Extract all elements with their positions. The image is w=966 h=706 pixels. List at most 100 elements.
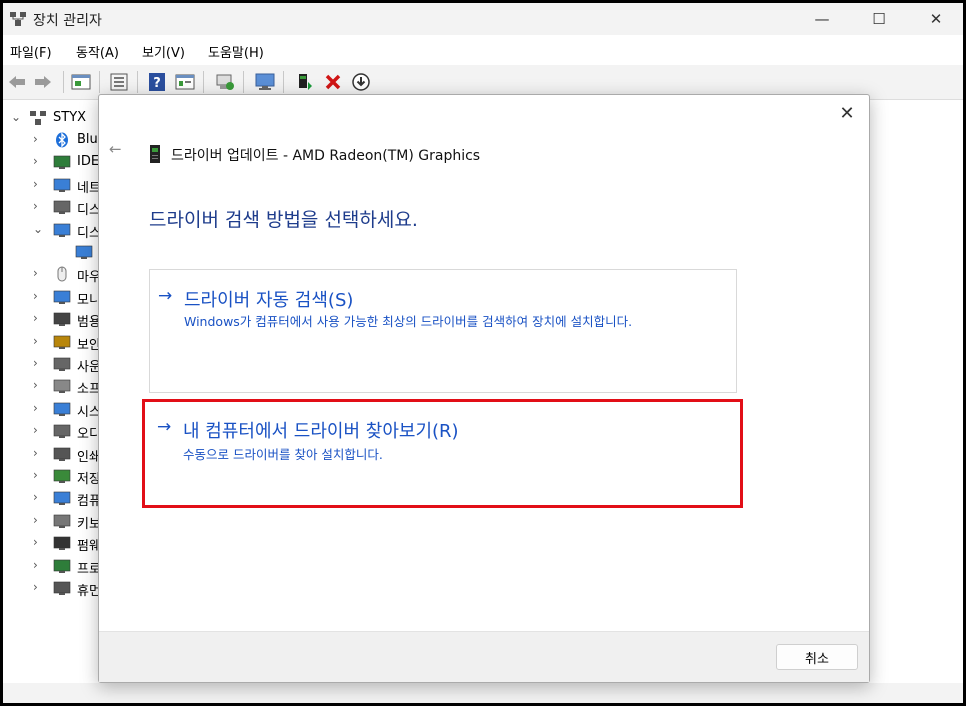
toolbar-separator — [203, 71, 204, 93]
toolbar-separator — [283, 71, 284, 93]
chevron-right-icon[interactable]: › — [33, 401, 38, 415]
tree-item[interactable]: › 저장 — [3, 465, 103, 487]
tree-item[interactable]: › 사운 — [3, 353, 103, 375]
chevron-right-icon[interactable]: › — [33, 266, 38, 280]
tree-item[interactable]: › 키보 — [3, 510, 103, 532]
monitor-icon — [53, 290, 71, 304]
tree-item[interactable]: › 보안 — [3, 331, 103, 353]
back-arrow-icon[interactable] — [5, 70, 29, 94]
printer-icon — [53, 447, 71, 461]
processor-icon — [53, 559, 71, 573]
properties-icon[interactable] — [69, 70, 93, 94]
toolbar-separator — [137, 71, 138, 93]
highlight-box — [142, 399, 743, 508]
tree-item[interactable]: › 범용 — [3, 308, 103, 330]
tree-item-label: IDE — [77, 154, 100, 170]
dialog-footer: 취소 — [99, 631, 869, 682]
device-manager-icon — [10, 12, 26, 26]
back-arrow-icon[interactable]: ← — [109, 140, 122, 158]
window-title: 장치 관리자 — [33, 13, 102, 29]
network-icon — [53, 178, 71, 192]
auto-search-option[interactable]: → 드라이버 자동 검색(S) Windows가 컴퓨터에서 사용 가능한 최상… — [149, 269, 737, 393]
menu-bar: 파일(F) 동작(A) 보기(V) 도움말(H) — [3, 37, 963, 63]
tree-item[interactable]: › 휴먼 — [3, 577, 103, 599]
chevron-right-icon[interactable]: › — [33, 378, 38, 392]
driver-update-dialog: ✕ ← 드라이버 업데이트 - AMD Radeon(TM) Graphics … — [98, 94, 870, 683]
chevron-down-icon[interactable]: ⌄ — [11, 110, 21, 124]
disk-drive-icon — [53, 200, 71, 215]
tree-item[interactable]: › 모니 — [3, 286, 103, 308]
storage-controller-icon — [53, 469, 71, 483]
uninstall-icon[interactable] — [321, 70, 345, 94]
chevron-right-icon[interactable]: › — [33, 513, 38, 527]
tree-item[interactable]: › 마우 — [3, 263, 103, 285]
monitor-icon[interactable] — [253, 70, 277, 94]
audio-icon — [53, 357, 71, 371]
scan-hardware-icon[interactable] — [213, 70, 237, 94]
tree-root[interactable]: ⌄ STYX — [3, 107, 103, 129]
update-driver-icon[interactable] — [293, 70, 317, 94]
arrow-right-icon: → — [158, 286, 173, 306]
chevron-right-icon[interactable]: › — [33, 423, 38, 437]
graphics-card-icon — [150, 145, 160, 163]
chevron-right-icon[interactable]: › — [33, 490, 38, 504]
chevron-right-icon[interactable]: › — [33, 558, 38, 572]
menu-action[interactable]: 동작(A) — [76, 42, 119, 61]
screenshot-frame: 장치 관리자 — ☐ ✕ 파일(F) 동작(A) 보기(V) 도움말(H) ? — [3, 3, 963, 703]
chevron-right-icon[interactable]: › — [33, 446, 38, 460]
chevron-right-icon[interactable]: › — [33, 311, 38, 325]
computer-icon — [53, 492, 71, 506]
forward-arrow-icon[interactable] — [31, 70, 55, 94]
cancel-button[interactable]: 취소 — [776, 644, 858, 670]
minimize-button[interactable]: — — [799, 3, 845, 35]
bluetooth-icon — [56, 132, 68, 148]
usb-icon — [53, 312, 71, 327]
tree-item[interactable]: › 소프 — [3, 375, 103, 397]
tree-root-label: STYX — [53, 110, 87, 125]
chevron-right-icon[interactable]: › — [33, 289, 38, 303]
chevron-right-icon[interactable]: › — [33, 199, 38, 213]
auto-search-title: 드라이버 자동 검색(S) — [184, 290, 354, 311]
security-device-icon — [53, 335, 71, 349]
status-bar — [3, 683, 963, 703]
window-title-bar: 장치 관리자 — ☐ ✕ — [3, 3, 963, 35]
menu-view[interactable]: 보기(V) — [142, 42, 185, 61]
tree-item[interactable]: › 오디 — [3, 420, 103, 442]
tree-item[interactable]: › 인쇄 — [3, 443, 103, 465]
view-icon[interactable] — [107, 70, 131, 94]
help-icon[interactable]: ? — [145, 70, 169, 94]
chevron-right-icon[interactable]: › — [33, 154, 38, 168]
download-icon[interactable] — [349, 70, 373, 94]
tree-item[interactable]: › 시스 — [3, 398, 103, 420]
tree-item[interactable]: › IDE — [3, 151, 103, 173]
chevron-right-icon[interactable]: › — [33, 535, 38, 549]
chevron-down-icon[interactable]: ⌄ — [33, 222, 43, 236]
tree-item[interactable]: › 디스 — [3, 196, 103, 218]
display-adapter-icon — [53, 223, 71, 237]
tree-item[interactable]: › 펌웨 — [3, 532, 103, 554]
maximize-button[interactable]: ☐ — [856, 3, 902, 35]
chevron-right-icon[interactable]: › — [33, 580, 38, 594]
menu-help[interactable]: 도움말(H) — [208, 42, 264, 61]
chevron-right-icon[interactable]: › — [33, 356, 38, 370]
tree-item[interactable]: › 프로 — [3, 555, 103, 577]
tree-item[interactable] — [3, 241, 103, 263]
dialog-close-button[interactable]: ✕ — [835, 101, 859, 125]
chevron-right-icon[interactable]: › — [33, 334, 38, 348]
speaker-icon — [53, 424, 71, 439]
close-window-button[interactable]: ✕ — [913, 3, 959, 35]
tree-item[interactable]: › 컴퓨 — [3, 487, 103, 509]
ide-controller-icon — [53, 156, 71, 170]
chevron-right-icon[interactable]: › — [33, 177, 38, 191]
chevron-right-icon[interactable]: › — [33, 468, 38, 482]
menu-file[interactable]: 파일(F) — [10, 42, 52, 61]
tree-item[interactable]: › 네트 — [3, 174, 103, 196]
view-resources-icon[interactable] — [173, 70, 197, 94]
chevron-right-icon[interactable]: › — [33, 132, 38, 146]
tree-item[interactable]: ⌄ 디스 — [3, 219, 103, 241]
tree-item[interactable]: › Blu — [3, 129, 103, 151]
auto-search-description: Windows가 컴퓨터에서 사용 가능한 최상의 드라이버를 검색하여 장치에… — [184, 314, 633, 329]
toolbar-separator — [99, 71, 100, 93]
keyboard-icon — [53, 514, 71, 528]
software-device-icon — [53, 380, 71, 394]
